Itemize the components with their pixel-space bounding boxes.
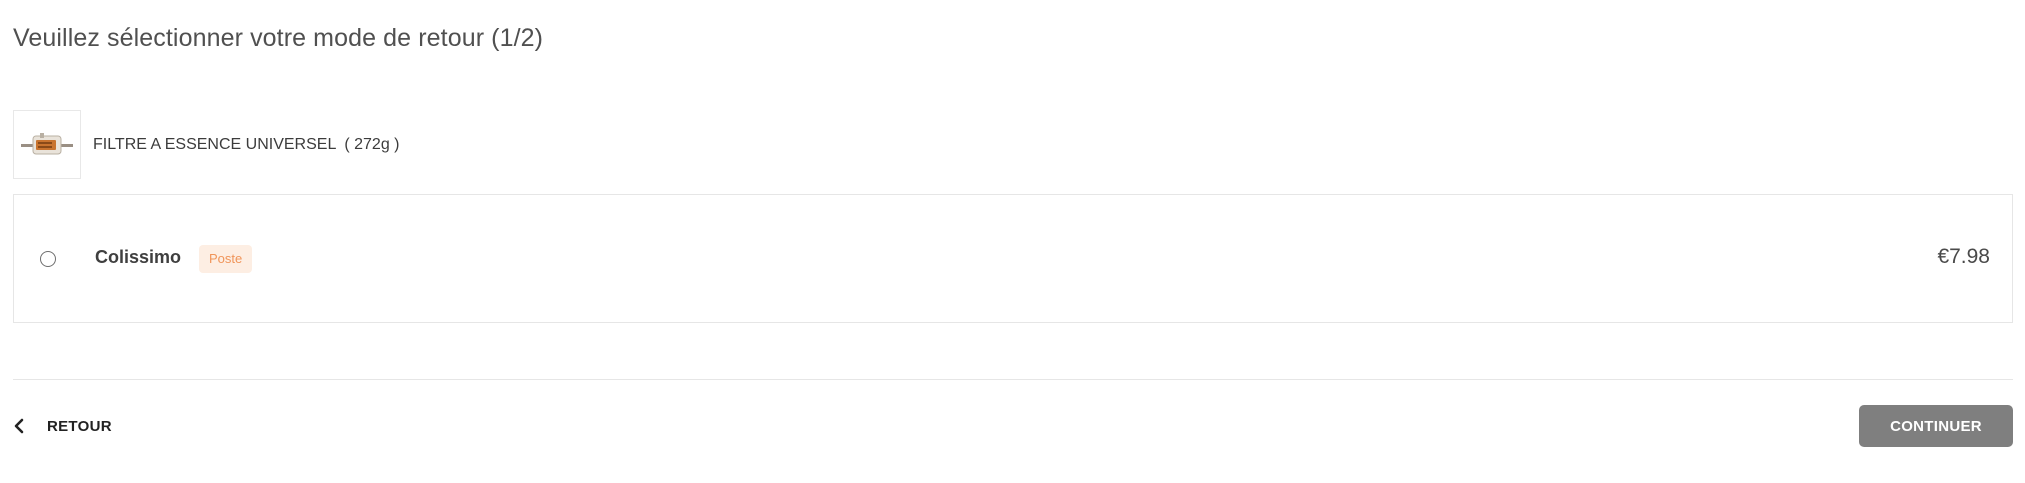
continue-button[interactable]: CONTINUER (1859, 405, 2013, 447)
product-name: FILTRE A ESSENCE UNIVERSEL (93, 135, 337, 153)
shipping-option-radio[interactable] (40, 251, 56, 267)
divider (13, 379, 2013, 380)
carrier-badge: Poste (199, 245, 253, 273)
back-button[interactable]: RETOUR (13, 411, 112, 441)
chevron-left-icon (13, 417, 27, 435)
shipping-price: €7.98 (1937, 245, 1990, 268)
back-label: RETOUR (47, 417, 112, 435)
shipping-option-colissimo[interactable]: Colissimo Poste €7.98 (13, 194, 2013, 323)
carrier-name: Colissimo (95, 247, 182, 267)
product-weight: ( 272g ) (344, 135, 400, 153)
fuel-filter-image (21, 132, 73, 154)
page-title: Veuillez sélectionner votre mode de reto… (13, 24, 544, 52)
product-row: FILTRE A ESSENCE UNIVERSEL ( 272g ) (13, 109, 399, 180)
product-thumbnail (13, 110, 81, 179)
return-mode-page: Veuillez sélectionner votre mode de reto… (0, 0, 2025, 483)
